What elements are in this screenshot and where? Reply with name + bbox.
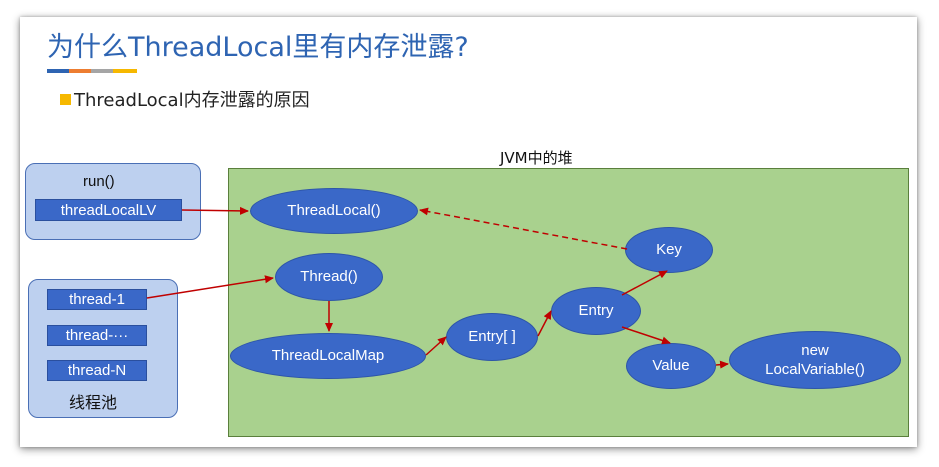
arrows-layer bbox=[146, 206, 729, 369]
arrow-value-to-new-local-variable bbox=[715, 360, 729, 369]
arrow-map-to-entry-array bbox=[425, 336, 447, 356]
arrow-entry-to-key bbox=[621, 270, 668, 296]
arrow-entry-to-value bbox=[621, 326, 671, 345]
weak-ref-key-to-threadlocal bbox=[419, 207, 628, 250]
arrow-thread1-to-thread bbox=[146, 275, 274, 299]
arrow-lv-to-threadlocal bbox=[181, 206, 249, 215]
arrow-entry-array-to-entry bbox=[537, 310, 552, 337]
